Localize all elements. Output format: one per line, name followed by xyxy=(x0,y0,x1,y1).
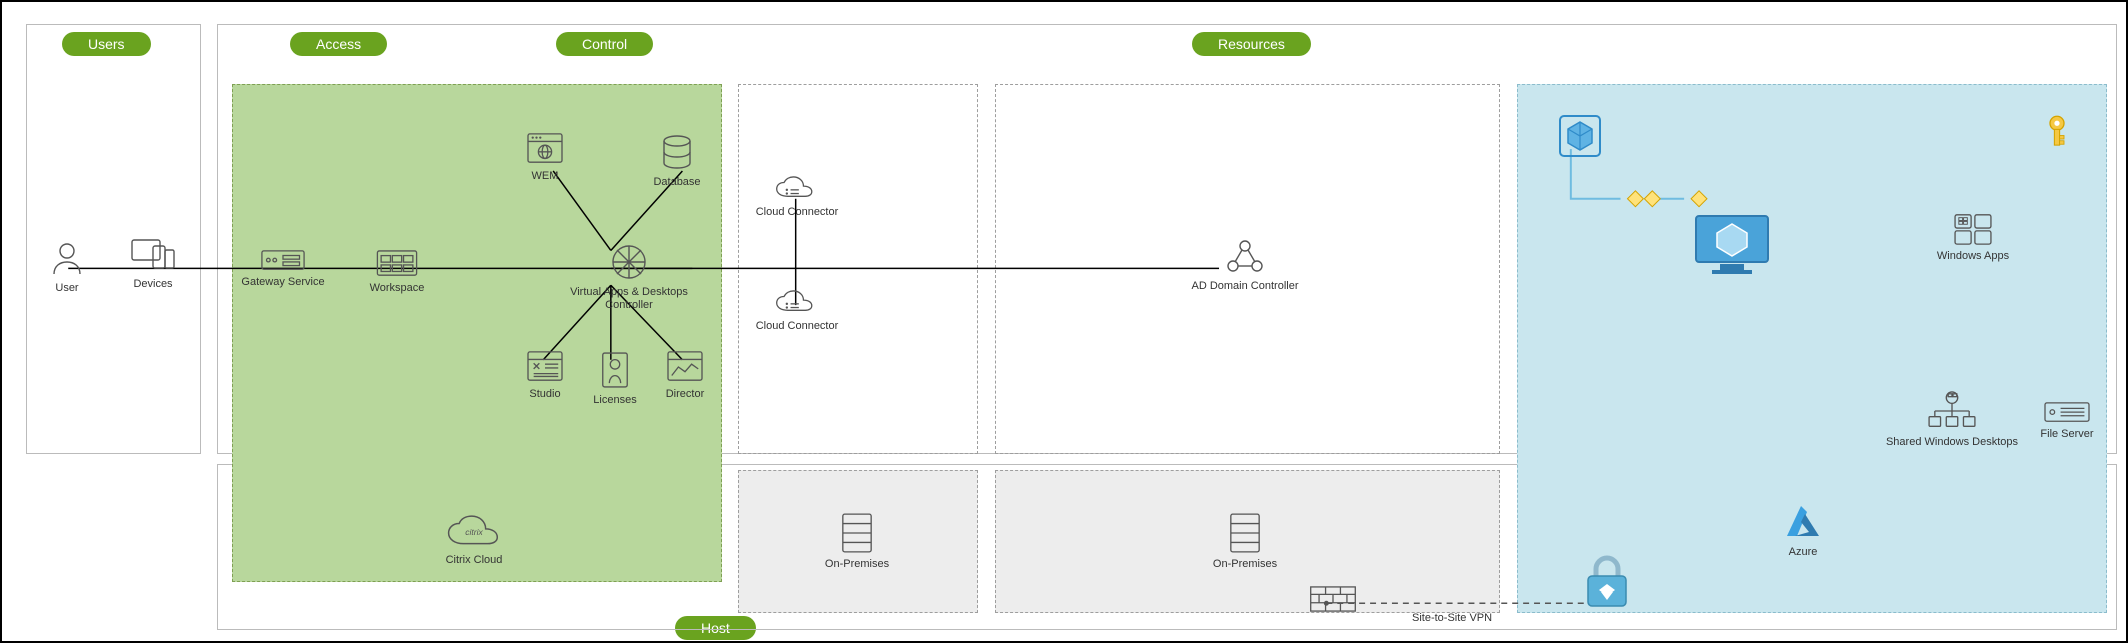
rack-icon xyxy=(840,512,874,554)
node-resources-onprem-label: On-Premises xyxy=(1213,558,1277,571)
node-devices-label: Devices xyxy=(133,278,172,291)
node-devices: Devices xyxy=(108,234,198,291)
server-icon xyxy=(2042,402,2092,424)
studio-icon xyxy=(525,350,565,384)
label-site-to-site-vpn: Site-to-Site VPN xyxy=(1412,612,1492,624)
cloud-connector-icon xyxy=(773,288,821,316)
node-director: Director xyxy=(640,350,730,401)
browser-icon xyxy=(525,132,565,166)
node-citrix-cloud-label: Citrix Cloud xyxy=(446,554,503,567)
node-cc2: Cloud Connector xyxy=(752,288,842,333)
node-controller-label: Virtual Apps & Desktops Controller xyxy=(564,286,694,312)
node-cc1-label: Cloud Connector xyxy=(756,206,839,219)
node-azure-label: Azure xyxy=(1789,546,1818,559)
cloud-connector-icon xyxy=(773,174,821,202)
node-vpn-gateway xyxy=(1572,554,1642,610)
architecture-diagram: Users Access Control Resources Host xyxy=(0,0,2128,643)
node-windows-apps-label: Windows Apps xyxy=(1937,250,2009,263)
user-icon xyxy=(47,238,87,278)
node-citrix-cloud: citrix Citrix Cloud xyxy=(414,514,534,567)
azure-icon xyxy=(1779,502,1827,542)
node-licenses-label: Licenses xyxy=(593,394,636,407)
node-user-label: User xyxy=(55,282,78,295)
node-database: Database xyxy=(632,132,722,189)
svg-text:citrix: citrix xyxy=(465,527,483,537)
node-adc-label: AD Domain Controller xyxy=(1192,280,1299,293)
node-studio-label: Studio xyxy=(529,388,560,401)
node-azure-desktops-label: Shared Windows Desktops xyxy=(1886,436,2018,449)
node-azure-logo: Azure xyxy=(1758,502,1848,559)
node-cc2-label: Cloud Connector xyxy=(756,320,839,333)
cloud-icon: citrix xyxy=(444,514,504,550)
node-database-label: Database xyxy=(653,176,700,189)
node-windows-apps: Windows Apps xyxy=(1928,212,2018,263)
zone-control-top xyxy=(738,84,978,454)
license-icon xyxy=(599,350,631,390)
node-file-server: File Server xyxy=(2022,402,2112,441)
cube-icon xyxy=(1558,114,1602,158)
node-wem: WEM xyxy=(500,132,590,183)
node-director-label: Director xyxy=(666,388,705,401)
node-resources-onprem: On-Premises xyxy=(1200,512,1290,571)
node-firewall xyxy=(1288,586,1378,612)
firewall-icon xyxy=(1309,586,1357,612)
ad-controller-icon xyxy=(1225,236,1265,276)
key-icon xyxy=(2043,114,2071,150)
node-gateway-label: Gateway Service xyxy=(241,276,324,289)
node-wem-label: WEM xyxy=(532,170,559,183)
node-controller: Virtual Apps & Desktops Controller xyxy=(564,242,694,312)
node-adc: AD Domain Controller xyxy=(1170,236,1320,293)
devices-icon xyxy=(127,234,179,274)
node-gateway: Gateway Service xyxy=(238,250,328,289)
appliance-icon xyxy=(258,250,308,272)
node-azure-monitor xyxy=(1682,212,1782,276)
node-key xyxy=(2032,114,2082,150)
node-file-server-label: File Server xyxy=(2040,428,2093,441)
monitor-cube-icon xyxy=(1692,212,1772,276)
node-control-onprem-label: On-Premises xyxy=(825,558,889,571)
node-workspace-label: Workspace xyxy=(370,282,425,295)
director-icon xyxy=(665,350,705,384)
node-azure-cube xyxy=(1550,114,1610,158)
desktops-tree-icon xyxy=(1925,390,1979,432)
node-cc1: Cloud Connector xyxy=(752,174,842,219)
apps-grid-icon xyxy=(1951,212,1995,246)
node-azure-desktops: Shared Windows Desktops xyxy=(1882,390,2022,449)
node-user: User xyxy=(22,238,112,295)
node-control-onprem: On-Premises xyxy=(812,512,902,571)
vpn-gateway-icon xyxy=(1582,554,1632,610)
node-workspace: Workspace xyxy=(352,250,442,295)
rack-icon xyxy=(1228,512,1262,554)
workspace-icon xyxy=(374,250,420,278)
controller-icon xyxy=(609,242,649,282)
database-icon xyxy=(657,132,697,172)
